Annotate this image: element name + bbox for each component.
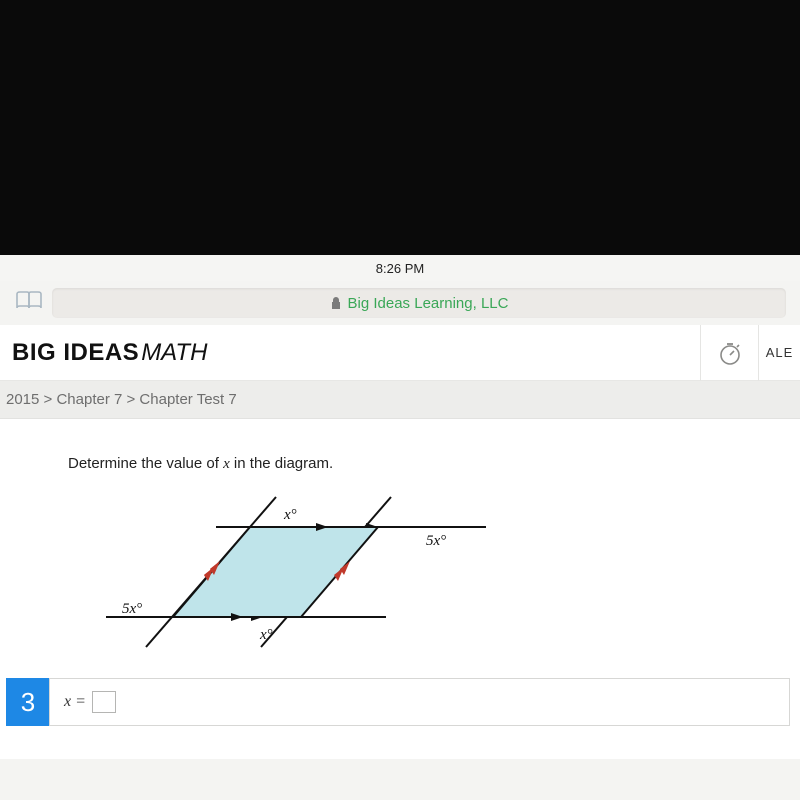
breadcrumb[interactable]: 2015 > Chapter 7 > Chapter Test 7 [0, 381, 800, 419]
answer-field[interactable]: x = [49, 678, 790, 726]
browser-url-bar: Big Ideas Learning, LLC [0, 281, 800, 325]
header-right: ALE [700, 325, 800, 381]
answer-input[interactable] [92, 691, 116, 713]
url-field[interactable]: Big Ideas Learning, LLC [52, 288, 786, 318]
bookmarks-icon[interactable] [14, 290, 44, 317]
stopwatch-icon [716, 339, 744, 367]
label-bottom-inner: x° [259, 627, 273, 643]
label-bottom-left-outer: 5x° [122, 601, 142, 617]
answer-label: x = [64, 693, 86, 711]
brand-big: BIG IDEAS [12, 339, 139, 366]
url-site-label: Big Ideas Learning, LLC [348, 295, 509, 312]
timer-button[interactable] [700, 325, 758, 381]
lock-icon [330, 296, 342, 310]
user-name-partial[interactable]: ALE [758, 325, 800, 381]
question-prompt: Determine the value of x in the diagram. [68, 455, 790, 473]
app-header: BIG IDEASMATH ALE [0, 325, 800, 381]
brand: BIG IDEASMATH [12, 339, 207, 367]
status-bar: 8:26 PM [0, 255, 800, 281]
parallelogram-diagram: x° 5x° 5x° x° [86, 487, 790, 662]
app-chrome: BIG IDEASMATH ALE 2015 > Chapter 7 > Cha… [0, 325, 800, 759]
question-content: Determine the value of x in the diagram. [0, 419, 800, 759]
brand-math: MATH [141, 339, 207, 366]
status-time: 8:26 PM [376, 261, 424, 276]
answer-row: 3 x = [6, 678, 790, 726]
label-top-inner: x° [283, 507, 297, 523]
label-top-right-outer: 5x° [426, 533, 446, 549]
question-number[interactable]: 3 [6, 678, 50, 726]
